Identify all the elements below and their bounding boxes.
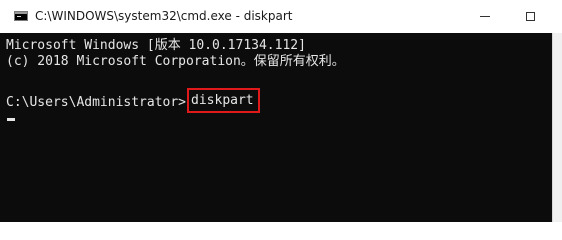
- title-bar[interactable]: C:\WINDOWS\system32\cmd.exe - diskpart: [0, 0, 562, 33]
- window-title: C:\WINDOWS\system32\cmd.exe - diskpart: [35, 9, 293, 23]
- maximize-button[interactable]: [508, 0, 552, 33]
- maximize-icon: [525, 12, 535, 21]
- console-prompt: C:\Users\Administrator>: [6, 95, 187, 110]
- command-highlight-box: diskpart: [187, 88, 260, 113]
- cmd-console-icon[interactable]: [14, 11, 28, 21]
- minimize-icon: [480, 16, 490, 17]
- console-prompt-line: C:\Users\Administrator> diskpart: [6, 88, 260, 113]
- console-output[interactable]: Microsoft Windows [版本 10.0.17134.112] (c…: [0, 33, 552, 222]
- vertical-scrollbar[interactable]: [552, 33, 562, 222]
- console-line-copyright: (c) 2018 Microsoft Corporation。保留所有权利。: [6, 54, 345, 69]
- text-cursor: [7, 118, 15, 121]
- cmd-window: C:\WINDOWS\system32\cmd.exe - diskpart M…: [0, 0, 562, 222]
- console-line-version: Microsoft Windows [版本 10.0.17134.112]: [6, 38, 306, 53]
- console-command: diskpart: [191, 93, 254, 108]
- minimize-button[interactable]: [463, 0, 507, 33]
